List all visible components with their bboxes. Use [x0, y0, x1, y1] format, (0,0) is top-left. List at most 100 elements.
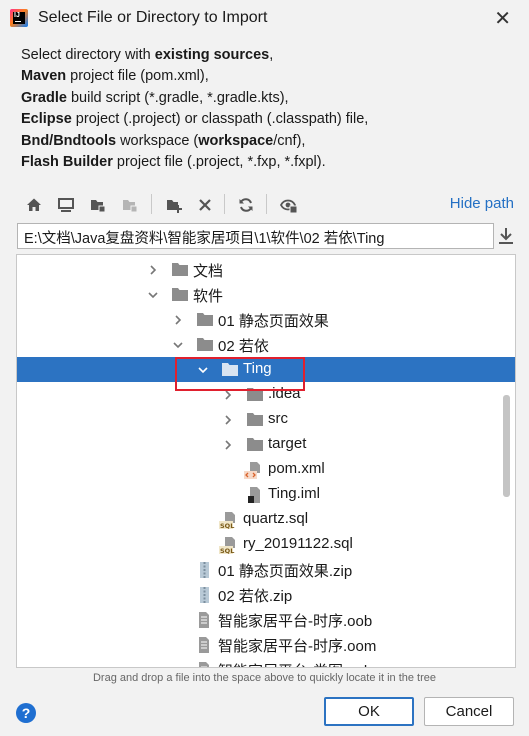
delete-icon[interactable]: [193, 193, 217, 217]
annotation-highlight-box: [175, 357, 305, 391]
description-text: Select directory with: [21, 47, 155, 63]
tree-node-label: src: [268, 410, 288, 427]
drag-drop-hint: Drag and drop a file into the space abov…: [92, 672, 437, 684]
tree-node[interactable]: 智能家居平台-时序.oob: [17, 607, 515, 632]
intellij-logo-icon: IJ: [10, 9, 28, 27]
file-icon: [196, 636, 214, 653]
description-line: Eclipse project (.project) or classpath …: [21, 109, 511, 130]
description-bold-text: Flash Builder: [21, 154, 113, 171]
file-chooser-toolbar: Hide path: [18, 190, 518, 218]
description-text: ,: [269, 47, 274, 63]
folder-icon: [196, 336, 214, 353]
module-folder-icon: [118, 193, 142, 217]
help-button[interactable]: ?: [16, 703, 36, 723]
tree-node[interactable]: 文档: [17, 257, 515, 282]
description-text: /cnf),: [273, 132, 306, 149]
description-bold-text: Eclipse: [21, 111, 72, 128]
description-text: project (.project) or classpath (.classp…: [71, 111, 369, 128]
description-line: Select directory with existing sources,: [21, 45, 511, 66]
description-line: Maven project file (pom.xml),: [21, 66, 511, 87]
close-button[interactable]: ✕: [494, 6, 511, 31]
chevron-right-icon[interactable]: [172, 313, 184, 325]
refresh-icon[interactable]: [234, 193, 258, 217]
tree-node-label: 智能家居平台-时序.oob: [218, 613, 373, 630]
chevron-down-icon[interactable]: [147, 288, 159, 300]
zip-archive-icon: [196, 561, 214, 578]
tree-node-label: ry_20191122.sql: [243, 535, 353, 552]
chevron-right-icon[interactable]: [222, 413, 234, 425]
file-icon: [196, 661, 214, 667]
file-icon: [196, 611, 214, 628]
tree-node[interactable]: SQL quartz.sql: [17, 507, 515, 532]
svg-text:SQL: SQL: [220, 522, 234, 529]
tree-node-label: pom.xml: [268, 460, 325, 477]
desktop-icon[interactable]: [54, 193, 78, 217]
description-line: Gradle build script (*.gradle, *.gradle.…: [21, 88, 511, 109]
toolbar-separator: [151, 194, 152, 214]
tree-node[interactable]: 02 若依: [17, 332, 515, 357]
toolbar-separator: [266, 194, 267, 214]
xml-file-icon: [244, 461, 262, 479]
title-bar: IJ Select File or Directory to Import ✕: [0, 0, 529, 36]
ok-button[interactable]: OK: [324, 697, 414, 726]
chevron-down-icon[interactable]: [172, 338, 184, 350]
new-folder-icon[interactable]: [162, 193, 186, 217]
sql-file-icon: SQL: [219, 536, 237, 555]
tree-node[interactable]: 智能家居平台-时序.oom: [17, 632, 515, 657]
tree-node[interactable]: Ting.iml: [17, 482, 515, 507]
description-bold-text: Gradle: [21, 89, 67, 106]
description-line: Bnd/Bndtools workspace (workspace/cnf),: [21, 131, 511, 152]
download-icon[interactable]: [497, 226, 515, 246]
folder-icon: [196, 311, 214, 328]
toolbar-separator: [224, 194, 225, 214]
zip-archive-icon: [196, 586, 214, 603]
svg-text:SQL: SQL: [220, 547, 234, 554]
tree-node[interactable]: 02 若依.zip: [17, 582, 515, 607]
chevron-right-icon[interactable]: [222, 438, 234, 450]
description-text: workspace (: [116, 132, 199, 149]
tree-node-label: 智能家居平台-时序.oom: [218, 638, 377, 655]
tree-node[interactable]: pom.xml: [17, 457, 515, 482]
home-icon[interactable]: [22, 193, 46, 217]
folder-icon: [246, 436, 264, 453]
tree-node-label: 01 静态页面效果: [218, 313, 329, 330]
sql-file-icon: SQL: [219, 511, 237, 530]
tree-scrollbar[interactable]: [503, 395, 510, 497]
project-folder-icon[interactable]: [86, 193, 110, 217]
tree-node[interactable]: 01 静态页面效果: [17, 307, 515, 332]
iml-file-icon: [246, 486, 264, 503]
window-title: Select File or Directory to Import: [38, 9, 268, 26]
tree-node-label: 软件: [193, 288, 224, 305]
show-hidden-icon[interactable]: [277, 193, 301, 217]
folder-icon: [246, 411, 264, 428]
tree-node-label: 02 若依: [218, 338, 269, 355]
tree-node-label: Ting.iml: [268, 485, 320, 502]
tree-node-label: 02 若依.zip: [218, 588, 293, 605]
tree-node[interactable]: 软件: [17, 282, 515, 307]
hide-path-link[interactable]: Hide path: [450, 195, 514, 212]
folder-icon: [171, 286, 189, 303]
tree-node-label: target: [268, 435, 307, 452]
description-line: Flash Builder project file (.project, *.…: [21, 152, 511, 173]
description-bold-text: workspace: [198, 132, 274, 149]
import-description: Select directory with existing sources, M…: [21, 45, 511, 173]
tree-node[interactable]: target: [17, 432, 515, 457]
description-text: build script (*.gradle, *.gradle.kts),: [66, 89, 289, 106]
tree-node[interactable]: SQL ry_20191122.sql: [17, 532, 515, 557]
folder-icon: [171, 261, 189, 278]
description-text: project file (.project, *.fxp, *.fxpl).: [112, 154, 326, 171]
description-text: project file (pom.xml),: [66, 68, 209, 85]
file-tree[interactable]: 文档 软件 01 静态页面效果 02 若依 Ting .idea src target pom.…: [16, 254, 516, 668]
tree-node[interactable]: src: [17, 407, 515, 432]
description-bold-text: Bnd/Bndtools: [21, 132, 117, 149]
cancel-button[interactable]: Cancel: [424, 697, 514, 726]
tree-node[interactable]: 智能家居平台-类图.oob: [17, 657, 515, 667]
tree-node-label: 智能家居平台-类图.oob: [218, 660, 372, 667]
chevron-right-icon[interactable]: [147, 263, 159, 275]
tree-node[interactable]: 01 静态页面效果.zip: [17, 557, 515, 582]
description-bold-text: existing sources: [154, 47, 270, 63]
tree-node-label: quartz.sql: [243, 510, 309, 527]
path-input[interactable]: E:\文档\Java复盘资料\智能家居项目\1\软件\02 若依\Ting: [17, 223, 494, 249]
tree-node-label: 01 静态页面效果.zip: [218, 563, 353, 580]
description-bold-text: Maven: [21, 68, 67, 85]
